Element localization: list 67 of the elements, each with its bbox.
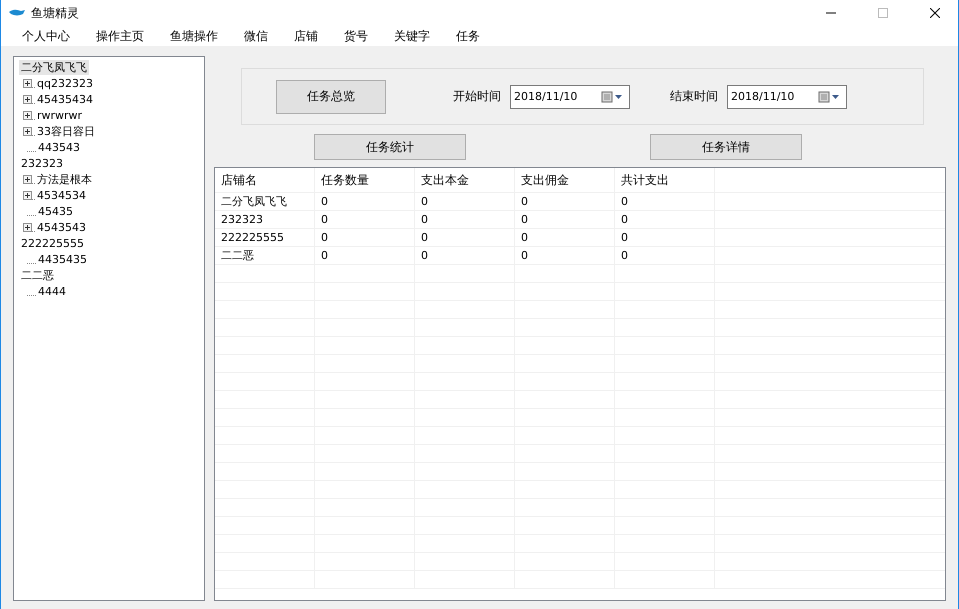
expand-icon[interactable] — [23, 126, 32, 136]
tree-item[interactable]: 232323 — [19, 156, 65, 170]
menu-item[interactable]: 店铺 — [294, 28, 344, 44]
end-date-field[interactable]: 2018/11/10 — [727, 84, 847, 108]
tree-item[interactable]: 4543543 — [35, 220, 88, 234]
table-cell: 0 — [415, 229, 515, 246]
menu-item[interactable]: 关键字 — [394, 28, 456, 44]
tree-item[interactable]: 33容日容日 — [35, 124, 97, 138]
table-cell: 二二恶 — [215, 247, 315, 264]
tree-item[interactable]: 222225555 — [19, 236, 86, 250]
expand-icon[interactable] — [23, 174, 32, 184]
tree-item[interactable]: rwrwrwr — [35, 108, 84, 122]
tree-item[interactable]: 二分飞凤飞飞 — [19, 60, 89, 74]
table-cell: 222225555 — [215, 229, 315, 246]
window-title: 鱼塘精灵 — [31, 4, 80, 22]
action-button[interactable]: 任务详情 — [650, 134, 802, 160]
table-cell: 0 — [615, 229, 715, 246]
column-header: 支出本金 — [415, 168, 515, 192]
tree-item[interactable]: 4534534 — [35, 188, 88, 202]
expand-icon[interactable] — [23, 190, 32, 200]
table-cell: 232323 — [215, 211, 315, 228]
table-cell: 0 — [515, 211, 615, 228]
table-cell: 0 — [415, 211, 515, 228]
table-cell: 0 — [615, 247, 715, 264]
tree-item[interactable]: 45435 — [36, 204, 75, 218]
column-header: 任务数量 — [315, 168, 415, 192]
menu-item[interactable]: 个人中心 — [22, 28, 96, 44]
table-cell: 二分飞凤飞飞 — [215, 193, 315, 210]
end-time-label: 结束时间 — [670, 88, 718, 105]
menu-item[interactable]: 操作主页 — [96, 28, 170, 44]
fish-icon — [9, 8, 25, 18]
tree-item[interactable]: 方法是根本 — [35, 172, 94, 186]
menu-item[interactable]: 货号 — [344, 28, 394, 44]
action-button[interactable]: 任务统计 — [314, 134, 466, 160]
expand-icon[interactable] — [23, 110, 32, 120]
table-cell: 0 — [315, 211, 415, 228]
expand-icon[interactable] — [23, 78, 32, 88]
close-icon[interactable] — [930, 8, 940, 18]
column-header: 店铺名 — [215, 168, 315, 192]
menu-item[interactable]: 鱼塘操作 — [170, 28, 244, 44]
table-cell: 0 — [615, 211, 715, 228]
tree-item[interactable]: 45435434 — [35, 92, 95, 106]
tree-item[interactable]: 4444 — [36, 284, 68, 298]
tree-item[interactable]: 443543 — [36, 140, 82, 154]
expand-icon[interactable] — [23, 94, 32, 104]
table-cell: 0 — [415, 247, 515, 264]
menu-item[interactable]: 微信 — [244, 28, 294, 44]
calendar-dropdown-icon[interactable] — [601, 90, 625, 102]
table-cell: 0 — [515, 193, 615, 210]
table-cell: 0 — [415, 193, 515, 210]
overview-button[interactable]: 任务总览 — [276, 80, 386, 114]
calendar-dropdown-icon[interactable] — [818, 90, 842, 102]
table-cell: 0 — [315, 229, 415, 246]
start-time-label: 开始时间 — [453, 88, 501, 105]
tree-item[interactable]: 二二恶 — [19, 268, 56, 282]
table-cell: 0 — [315, 247, 415, 264]
tree-item[interactable]: 4435435 — [36, 252, 89, 266]
expand-icon[interactable] — [23, 222, 32, 232]
table-cell: 0 — [515, 247, 615, 264]
table-cell: 0 — [615, 193, 715, 210]
table-cell: 0 — [315, 193, 415, 210]
menu-item[interactable]: 任务 — [456, 28, 506, 44]
column-header: 共计支出 — [615, 168, 715, 192]
start-date-field[interactable]: 2018/11/10 — [510, 84, 630, 108]
column-header: 支出佣金 — [515, 168, 615, 192]
table-cell: 0 — [515, 229, 615, 246]
tree-item[interactable]: qq232323 — [35, 76, 95, 90]
